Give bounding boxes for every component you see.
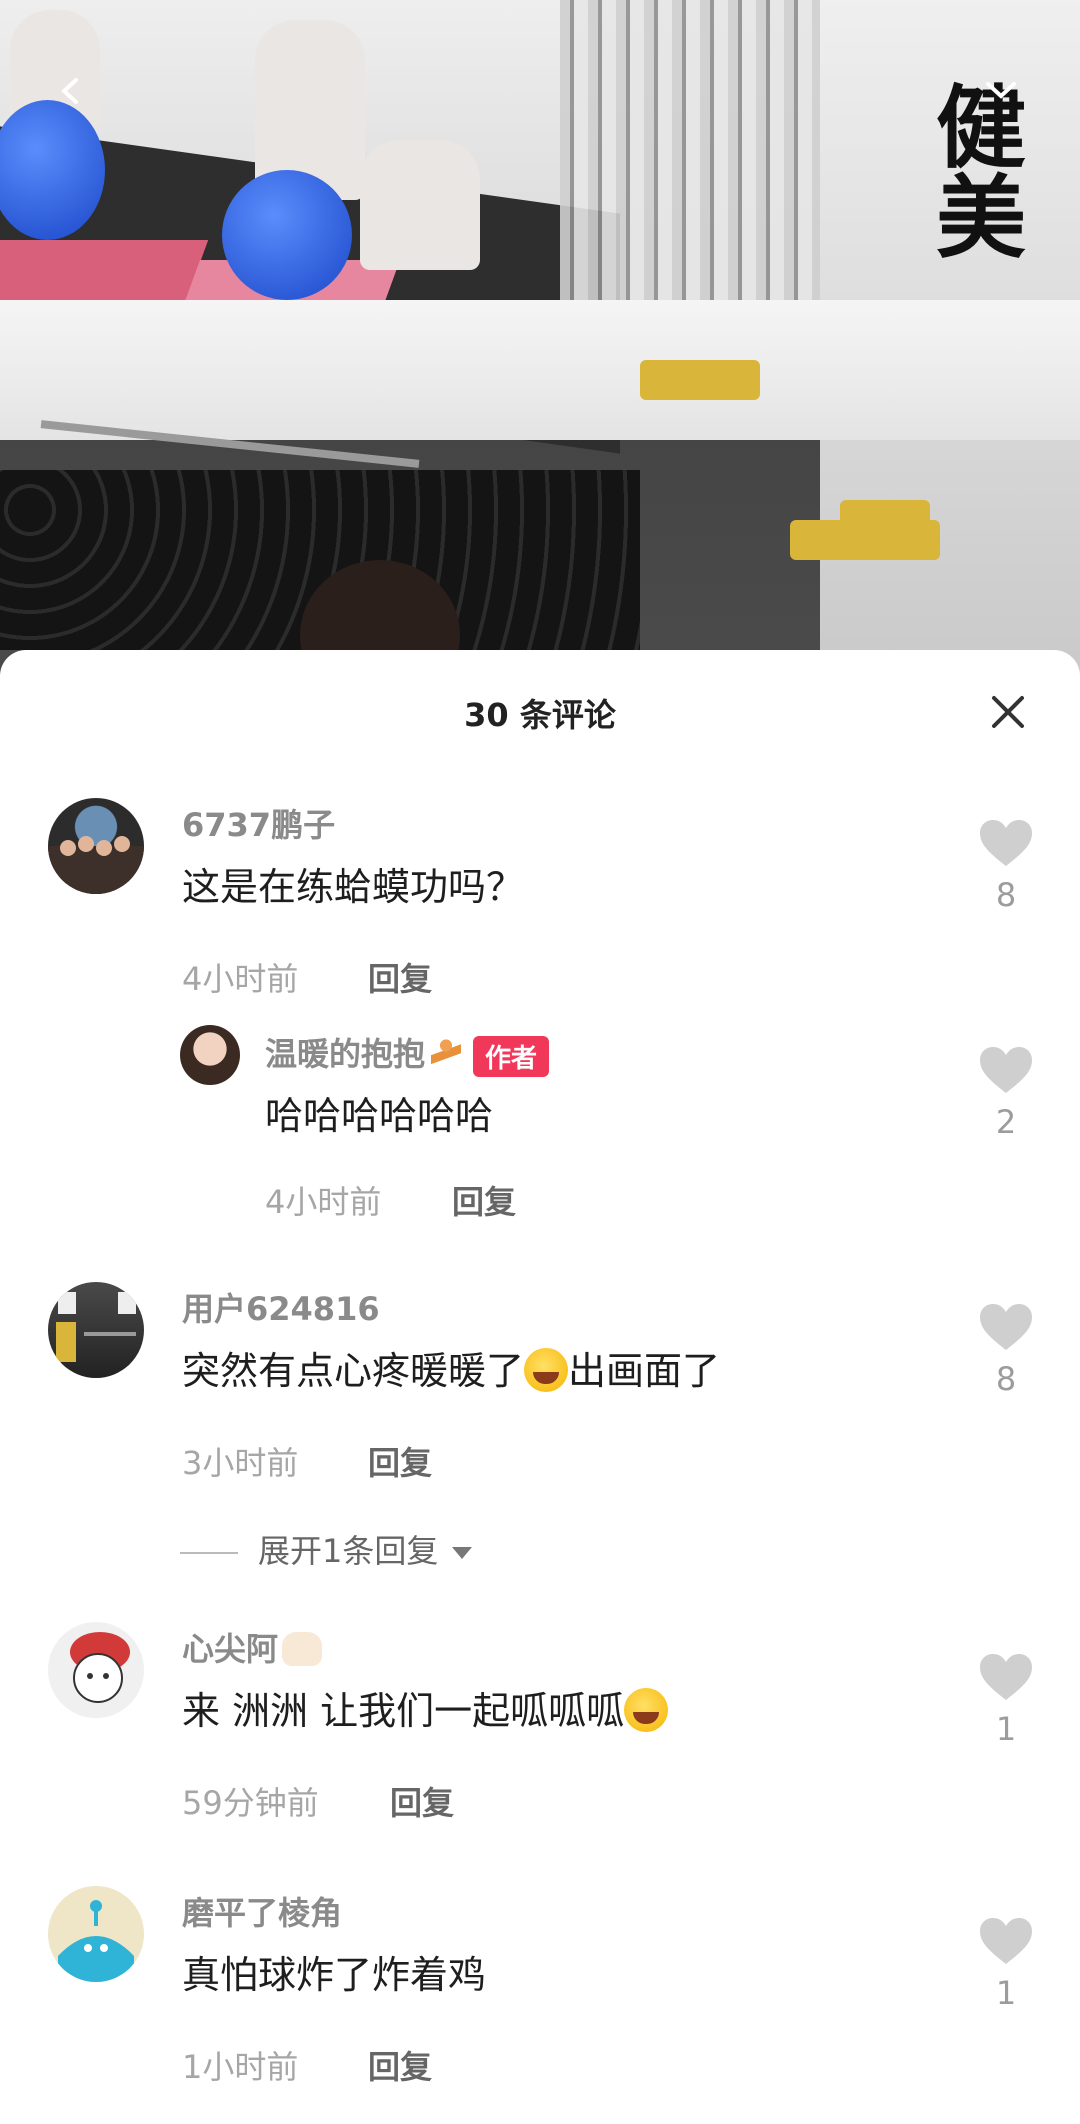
like-count: 1 bbox=[995, 1974, 1017, 2012]
heart-icon bbox=[980, 1654, 1032, 1700]
collapse-chevron-icon[interactable] bbox=[982, 70, 1020, 108]
like-button[interactable]: 8 bbox=[977, 818, 1035, 914]
like-button[interactable]: 8 bbox=[977, 1302, 1035, 1398]
avatar[interactable] bbox=[180, 1025, 240, 1085]
comment-time: 59分钟前 bbox=[182, 1784, 319, 1822]
comment-text: 突然有点心疼暖暖了 出画面了 bbox=[182, 1340, 720, 1395]
cartoon-creature-icon bbox=[58, 1900, 134, 1982]
video-equipment bbox=[640, 360, 760, 400]
caret-down-icon bbox=[452, 1547, 473, 1559]
laughing-emoji-icon bbox=[524, 1348, 569, 1392]
comments-count-title: 30 条评论 bbox=[464, 696, 616, 734]
close-icon[interactable] bbox=[986, 690, 1030, 734]
like-button[interactable]: 1 bbox=[977, 1916, 1035, 2012]
comment-item: 心尖阿 来 洲洲 让我们一起呱呱呱 59分钟前 回复 1 bbox=[0, 1622, 1080, 1822]
reply-button[interactable]: 回复 bbox=[368, 2042, 432, 2088]
hand-emoji-icon bbox=[282, 1632, 323, 1666]
comment-text: 真怕球炸了炸着鸡 bbox=[182, 1953, 487, 1997]
comment-username: 温暖的抱抱 作者 bbox=[265, 1029, 550, 1077]
avatar[interactable] bbox=[48, 1282, 144, 1378]
like-count: 1 bbox=[995, 1710, 1017, 1748]
comment-username: 心尖阿 bbox=[182, 1624, 323, 1670]
reply-button[interactable]: 回复 bbox=[390, 1778, 454, 1824]
reply-button[interactable]: 回复 bbox=[452, 1177, 516, 1223]
like-count: 8 bbox=[995, 876, 1017, 914]
avatar[interactable] bbox=[48, 1622, 144, 1718]
heart-icon bbox=[980, 1047, 1032, 1093]
gym-photo-icon bbox=[56, 1292, 136, 1362]
comment-username[interactable]: 6737鹏子 bbox=[182, 800, 335, 846]
avatar[interactable] bbox=[48, 1886, 144, 1982]
laughing-emoji-icon bbox=[624, 1688, 669, 1732]
comment-text-part: 出画面了 bbox=[568, 1349, 721, 1393]
expand-replies-button[interactable]: 展开1条回复 bbox=[180, 1526, 473, 1572]
heart-icon bbox=[980, 1918, 1032, 1964]
comment-text: 这是在练蛤蟆功吗？ bbox=[182, 865, 525, 909]
dancer-emoji-icon bbox=[431, 1037, 462, 1071]
heart-icon bbox=[980, 1304, 1032, 1350]
heart-icon bbox=[980, 820, 1032, 866]
video-person bbox=[360, 140, 480, 270]
comment-item: 用户624816 突然有点心疼暖暖了 出画面了 3小时前 回复 8 bbox=[0, 1282, 1080, 1482]
video-mirror-frame bbox=[0, 300, 1080, 440]
comment-text: 哈哈哈哈哈哈 bbox=[265, 1094, 494, 1138]
like-count: 8 bbox=[995, 1360, 1017, 1398]
group-photo-icon bbox=[48, 836, 144, 894]
comment-username[interactable]: 用户624816 bbox=[182, 1284, 380, 1330]
comments-panel: 30 条评论 6737鹏子 这是在练蛤蟆功吗？ 4小时前 回复 8 温暖的抱抱 作… bbox=[0, 650, 1080, 2124]
comment-item: 6737鹏子 这是在练蛤蟆功吗？ 4小时前 回复 8 bbox=[0, 798, 1080, 998]
video-equipment bbox=[840, 500, 930, 550]
like-button[interactable]: 2 bbox=[977, 1045, 1035, 1141]
reply-button[interactable]: 回复 bbox=[368, 1438, 432, 1484]
expand-replies-label: 展开1条回复 bbox=[258, 1532, 439, 1570]
like-count: 2 bbox=[995, 1103, 1017, 1141]
like-button[interactable]: 1 bbox=[977, 1652, 1035, 1748]
comment-username-text[interactable]: 心尖阿 bbox=[182, 1630, 278, 1668]
author-badge: 作者 bbox=[473, 1035, 550, 1077]
comment-time: 1小时前 bbox=[182, 2048, 299, 2086]
comment-username[interactable]: 磨平了棱角 bbox=[182, 1888, 342, 1934]
comment-text-part: 突然有点心疼暖暖了 bbox=[182, 1349, 525, 1393]
back-icon[interactable] bbox=[56, 76, 86, 106]
comment-time: 4小时前 bbox=[182, 960, 299, 998]
cartoon-boy-icon bbox=[70, 1632, 130, 1703]
reply-item: 温暖的抱抱 作者 哈哈哈哈哈哈 4小时前 回复 2 bbox=[0, 1025, 1080, 1221]
comment-time: 4小时前 bbox=[265, 1183, 382, 1221]
comment-time: 3小时前 bbox=[182, 1444, 299, 1482]
comment-text: 来 洲洲 让我们一起呱呱呱 bbox=[182, 1680, 669, 1735]
video-exercise-ball bbox=[222, 170, 352, 300]
reply-username[interactable]: 温暖的抱抱 bbox=[265, 1035, 425, 1073]
comment-text-part: 来 洲洲 让我们一起呱呱呱 bbox=[182, 1689, 625, 1733]
reply-button[interactable]: 回复 bbox=[368, 954, 432, 1000]
divider-line bbox=[180, 1552, 238, 1554]
video-player[interactable]: 健美 bbox=[0, 0, 1080, 680]
comment-item: 磨平了棱角 真怕球炸了炸着鸡 1小时前 回复 1 bbox=[0, 1886, 1080, 2086]
avatar[interactable] bbox=[48, 798, 144, 894]
